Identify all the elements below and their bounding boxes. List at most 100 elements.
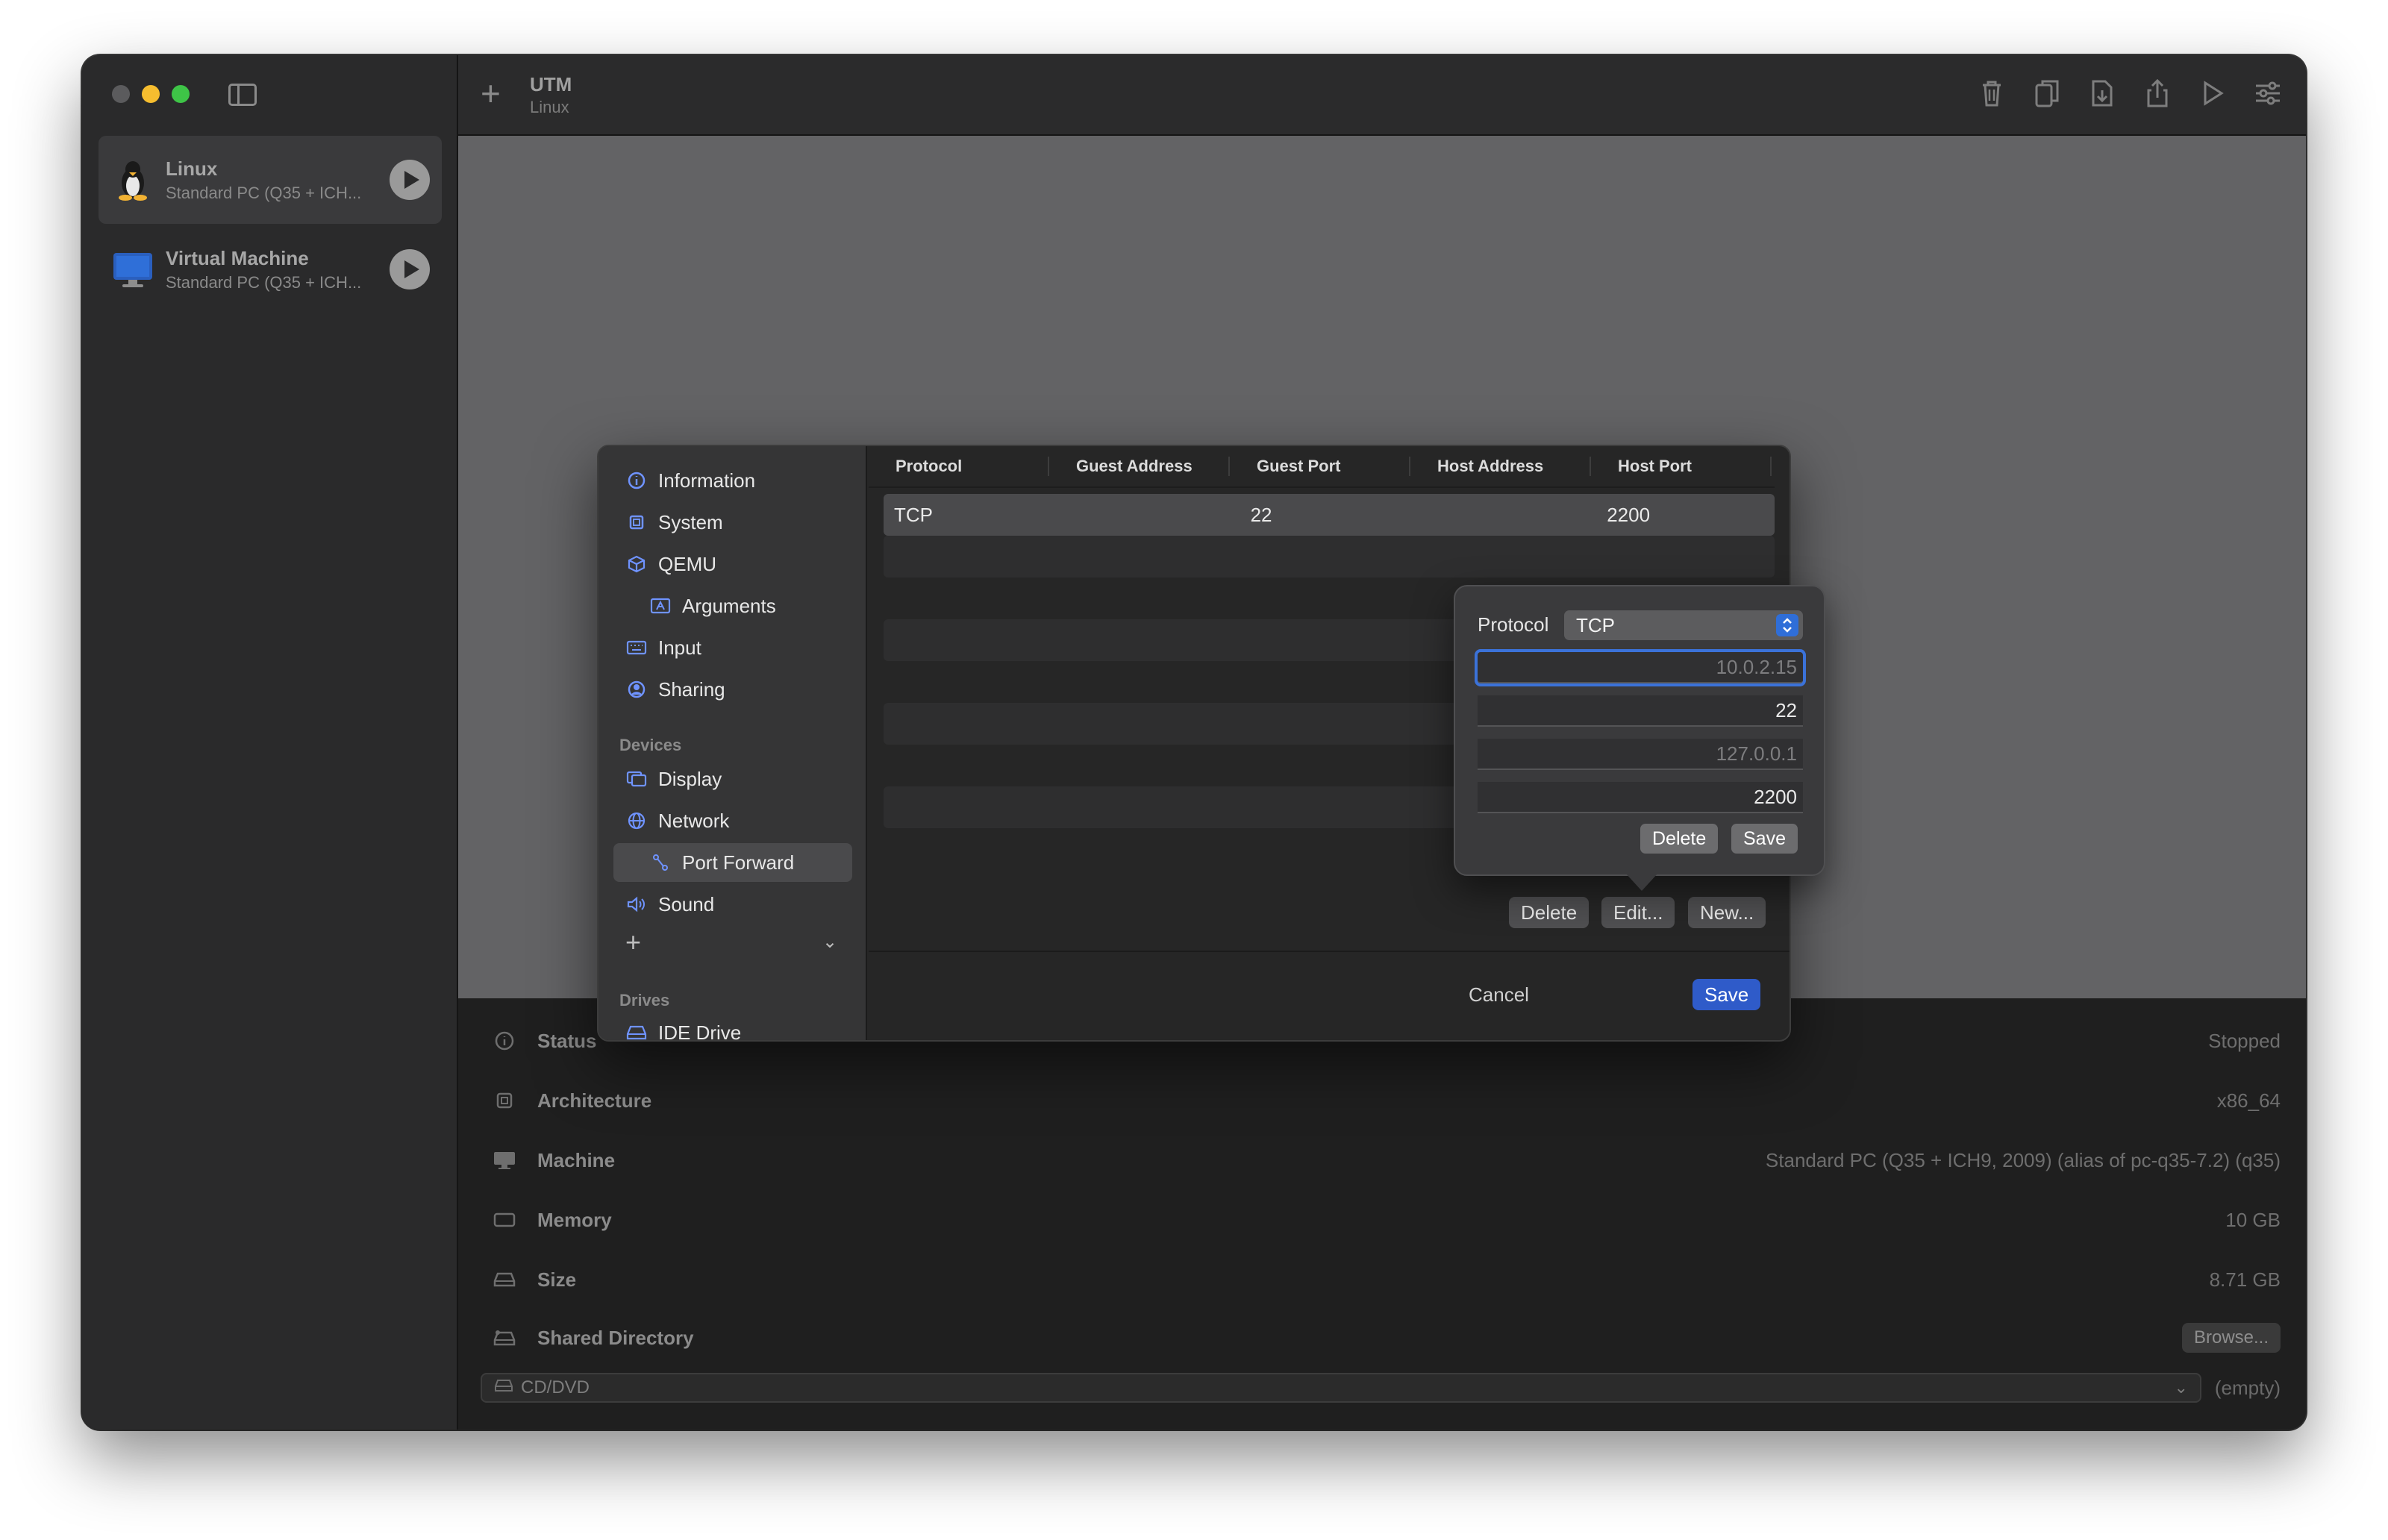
arguments-icon — [649, 595, 672, 617]
detail-row-size: Size 8.71 GB — [491, 1261, 2281, 1298]
detail-row-machine: Machine Standard PC (Q35 + ICH9, 2009) (… — [491, 1142, 2281, 1179]
sidebar-toggle-icon[interactable] — [228, 84, 257, 106]
app-title: UTM — [530, 73, 572, 96]
nav-item-sound[interactable]: Sound — [613, 885, 852, 924]
guest-address-field[interactable]: 10.0.2.15 — [1475, 649, 1806, 686]
clone-icon[interactable] — [2031, 76, 2063, 110]
empty-table-row — [884, 536, 1775, 578]
cancel-button[interactable]: Cancel — [1457, 979, 1541, 1010]
nav-item-arguments[interactable]: Arguments — [613, 586, 852, 625]
chevron-down-icon[interactable]: ⌄ — [822, 931, 837, 953]
vm-list-item-linux[interactable]: Linux Standard PC (Q35 + ICH... — [99, 136, 442, 224]
cell-host-port: 2200 — [1607, 503, 1651, 526]
vm-name: Virtual Machine — [166, 246, 309, 269]
column-guest-address[interactable]: Guest Address — [1049, 457, 1230, 476]
host-port-field[interactable]: 2200 — [1478, 782, 1803, 813]
monitor-icon — [491, 1150, 518, 1171]
linux-penguin-icon — [110, 157, 155, 202]
popover-delete-button[interactable]: Delete — [1640, 824, 1719, 854]
vm-play-button[interactable] — [390, 249, 430, 289]
devices-section-header: Devices — [619, 736, 682, 754]
edit-button[interactable]: Edit... — [1601, 897, 1675, 928]
vm-subtitle: Standard PC (Q35 + ICH... — [166, 272, 362, 292]
nav-item-system[interactable]: System — [613, 503, 852, 542]
vm-play-button[interactable] — [390, 160, 430, 200]
settings-icon[interactable] — [2252, 76, 2284, 110]
export-icon[interactable] — [2087, 76, 2118, 110]
detail-row-shared-directory: Shared Directory Browse... — [491, 1319, 2281, 1356]
table-row[interactable]: TCP 22 2200 — [884, 494, 1775, 536]
vm-sidebar: Linux Standard PC (Q35 + ICH... Virtual … — [82, 55, 458, 1430]
toolbar-title: UTM Linux — [530, 73, 572, 117]
vm-name: Linux — [166, 157, 218, 180]
guest-port-field[interactable]: 22 — [1478, 695, 1803, 727]
delete-button[interactable]: Delete — [1509, 897, 1590, 928]
info-icon — [625, 469, 648, 492]
person-icon — [625, 678, 648, 701]
vm-list-item-virtual-machine[interactable]: Virtual Machine Standard PC (Q35 + ICH..… — [99, 225, 442, 313]
cd-dvd-row: CD/DVD ⌄ (empty) — [481, 1371, 2281, 1404]
nav-item-ide-drive[interactable]: IDE Drive — [613, 1013, 852, 1040]
browse-button[interactable]: Browse... — [2181, 1323, 2281, 1353]
vm-subtitle: Standard PC (Q35 + ICH... — [166, 183, 362, 202]
traffic-lights — [112, 85, 190, 103]
cell-protocol: TCP — [894, 503, 933, 526]
monitor-icon — [110, 247, 155, 292]
play-icon[interactable] — [2197, 76, 2228, 110]
cpu-icon — [491, 1090, 518, 1111]
nav-item-sharing[interactable]: Sharing — [613, 670, 852, 709]
cd-dvd-value: (empty) — [2214, 1376, 2281, 1399]
chevron-updown-icon — [1776, 614, 1798, 636]
drive-icon — [625, 1021, 648, 1040]
nav-item-input[interactable]: Input — [613, 628, 852, 667]
info-icon — [491, 1030, 518, 1051]
add-vm-button[interactable]: + — [481, 76, 501, 110]
host-address-field[interactable]: 127.0.0.1 — [1478, 739, 1803, 770]
column-host-address[interactable]: Host Address — [1410, 457, 1591, 476]
detail-row-memory: Memory 10 GB — [491, 1201, 2281, 1239]
cd-dvd-select[interactable]: CD/DVD ⌄ — [481, 1373, 2201, 1403]
port-forward-table-header: Protocol Guest Address Guest Port Host A… — [869, 446, 1775, 488]
cube-icon — [625, 553, 648, 575]
close-window-button[interactable] — [112, 85, 130, 103]
nav-item-qemu[interactable]: QEMU — [613, 545, 852, 583]
minimize-window-button[interactable] — [142, 85, 160, 103]
trash-icon[interactable] — [1976, 76, 2007, 110]
nav-item-network[interactable]: Network — [613, 801, 852, 840]
toolbar: + UTM Linux — [458, 55, 2306, 136]
column-guest-port[interactable]: Guest Port — [1230, 457, 1410, 476]
popover-arrow — [1625, 873, 1658, 891]
nav-item-information[interactable]: Information — [613, 461, 852, 500]
cpu-icon — [625, 511, 648, 533]
column-host-port[interactable]: Host Port — [1591, 457, 1772, 476]
port-forward-icon — [649, 851, 672, 874]
speaker-icon — [625, 893, 648, 915]
column-protocol[interactable]: Protocol — [869, 457, 1049, 476]
port-forward-edit-popover: Protocol TCP 10.0.2.15 22 127.0.0.1 2200… — [1454, 585, 1825, 876]
drives-section-header: Drives — [619, 991, 670, 1010]
detail-row-architecture: Architecture x86_64 — [491, 1082, 2281, 1119]
protocol-label: Protocol — [1478, 613, 1549, 636]
drive-icon — [491, 1271, 518, 1289]
sheet-footer-divider — [869, 951, 1790, 952]
save-button[interactable]: Save — [1692, 979, 1761, 1010]
settings-sidebar: Information System QEMU Arguments Input … — [598, 446, 867, 1040]
new-button[interactable]: New... — [1688, 897, 1766, 928]
toolbar-actions — [1976, 76, 2284, 110]
drive-icon — [494, 1377, 513, 1398]
chevron-down-icon: ⌄ — [2174, 1378, 2188, 1397]
maximize-window-button[interactable] — [172, 85, 190, 103]
add-device-button[interactable]: + — [625, 927, 641, 958]
globe-icon — [625, 810, 648, 832]
shared-drive-icon — [491, 1328, 518, 1348]
memory-icon — [491, 1211, 518, 1229]
keyboard-icon — [625, 636, 648, 659]
nav-item-display[interactable]: Display — [613, 760, 852, 798]
protocol-select[interactable]: TCP — [1564, 610, 1803, 640]
display-icon — [625, 768, 648, 790]
cell-guest-port: 22 — [1250, 503, 1272, 526]
share-icon[interactable] — [2142, 76, 2173, 110]
app-subtitle: Linux — [530, 98, 569, 116]
nav-item-port-forward[interactable]: Port Forward — [613, 843, 852, 882]
popover-save-button[interactable]: Save — [1731, 824, 1798, 854]
